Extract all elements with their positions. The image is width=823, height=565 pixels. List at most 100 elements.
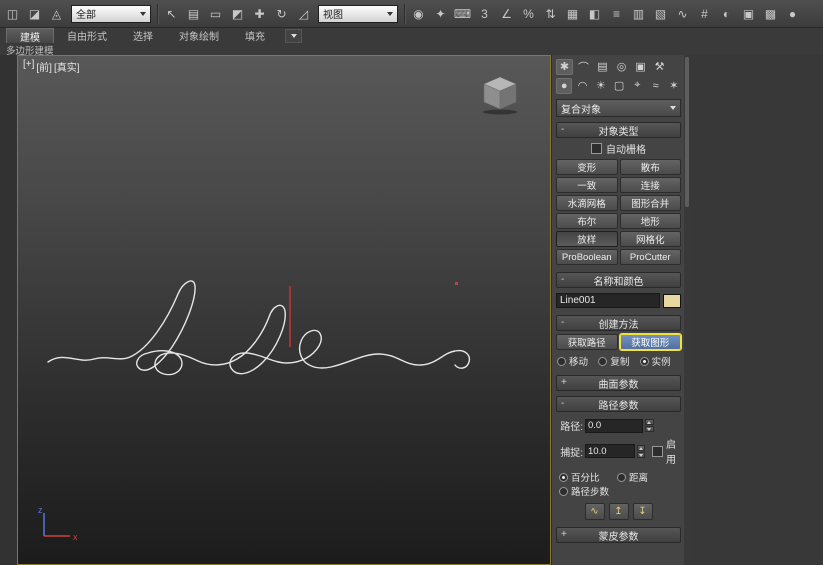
radio-option[interactable]: 复制 bbox=[598, 354, 639, 368]
previous-shape-button[interactable]: ↥ bbox=[608, 503, 629, 520]
mirror-icon[interactable]: ◧ bbox=[584, 3, 605, 25]
schematic-view-icon[interactable]: # bbox=[694, 3, 715, 25]
view-cube[interactable] bbox=[476, 72, 524, 116]
rollout-header[interactable]: + 曲面参数 bbox=[556, 375, 681, 391]
radio-option[interactable]: 实例 bbox=[639, 354, 681, 368]
viewport-menu-label[interactable]: [+] bbox=[23, 59, 34, 74]
select-and-move-icon[interactable]: ✚ bbox=[249, 3, 270, 25]
tab-create[interactable]: ✱ bbox=[556, 58, 573, 75]
rollout-header[interactable]: - 名称和颜色 bbox=[556, 272, 681, 288]
ribbon-toggle-icon[interactable]: ▧ bbox=[650, 3, 671, 25]
reference-coordinate-dropdown[interactable]: 视图 bbox=[318, 4, 398, 23]
subtab-space-warps[interactable]: ≈ bbox=[647, 78, 663, 94]
subtab-systems[interactable]: ✶ bbox=[666, 78, 682, 94]
subtab-geometry[interactable]: ● bbox=[556, 77, 573, 94]
get-path-button[interactable]: 获取路径 bbox=[556, 334, 618, 350]
percent-snap-toggle-icon[interactable]: % bbox=[518, 3, 539, 25]
angle-snap-toggle-icon[interactable]: ∠ bbox=[496, 3, 517, 25]
category-dropdown[interactable]: 复合对象 bbox=[556, 99, 681, 117]
ribbon-tab[interactable]: 自由形式 bbox=[54, 28, 120, 43]
spinner-down-icon[interactable] bbox=[637, 451, 646, 458]
next-shape-button[interactable]: ↧ bbox=[632, 503, 653, 520]
select-and-link-icon[interactable]: ◫ bbox=[2, 3, 23, 25]
rendered-frame-window-icon[interactable]: ▩ bbox=[760, 3, 781, 25]
tab-modify[interactable]: ⌒ bbox=[575, 59, 592, 75]
object-type-button[interactable]: 变形 bbox=[556, 159, 618, 175]
object-type-button[interactable]: 地形 bbox=[619, 213, 681, 229]
named-selection-sets-icon[interactable]: ▦ bbox=[562, 3, 583, 25]
render-setup-icon[interactable]: ▣ bbox=[738, 3, 759, 25]
select-and-rotate-icon[interactable]: ↻ bbox=[271, 3, 292, 25]
rollout-header[interactable]: - 对象类型 bbox=[556, 122, 681, 138]
object-type-button[interactable]: 布尔 bbox=[556, 213, 618, 229]
love-spline[interactable] bbox=[47, 280, 471, 376]
render-production-icon[interactable]: ● bbox=[782, 3, 803, 25]
object-type-button[interactable]: ProCutter bbox=[619, 249, 681, 265]
radio-option[interactable]: 路径步数 bbox=[559, 484, 617, 498]
unlink-selection-icon[interactable]: ◪ bbox=[24, 3, 45, 25]
tab-utilities[interactable]: ⚒ bbox=[651, 59, 668, 75]
snap-value-field[interactable]: 10.0 bbox=[585, 444, 636, 458]
select-by-name-icon[interactable]: ▤ bbox=[183, 3, 204, 25]
spinner-snap-toggle-icon[interactable]: ⇅ bbox=[540, 3, 561, 25]
rollout-header[interactable]: - 创建方法 bbox=[556, 315, 681, 331]
object-type-button[interactable]: 一致 bbox=[556, 177, 618, 193]
spinner-up-icon[interactable] bbox=[645, 419, 654, 425]
object-name-field[interactable]: Line001 bbox=[556, 293, 660, 308]
subtab-shapes[interactable]: ◠ bbox=[574, 78, 590, 94]
viewport-front[interactable]: [+] [前] [真实] x z bbox=[17, 55, 551, 565]
ribbon-minimize-icon[interactable] bbox=[285, 28, 302, 43]
viewport-menu-label[interactable]: [真实] bbox=[54, 59, 80, 74]
autogrid-checkbox[interactable] bbox=[591, 143, 602, 154]
align-icon[interactable]: ≡ bbox=[606, 3, 627, 25]
selection-filter-dropdown[interactable]: 全部 bbox=[71, 4, 151, 23]
enable-checkbox[interactable] bbox=[652, 445, 664, 457]
radio-option[interactable]: 距离 bbox=[617, 470, 675, 484]
object-type-button[interactable]: 图形合并 bbox=[619, 195, 681, 211]
object-type-button[interactable]: 散布 bbox=[619, 159, 681, 175]
viewport-menu-label[interactable]: [前] bbox=[36, 59, 52, 74]
enable-option[interactable]: 启用 bbox=[652, 436, 681, 466]
ribbon-tab[interactable]: 填充 bbox=[232, 28, 278, 43]
select-and-scale-icon[interactable]: ◿ bbox=[293, 3, 314, 25]
ribbon-tab[interactable]: 建模 bbox=[6, 28, 54, 44]
get-shape-button[interactable]: 获取图形 bbox=[619, 334, 681, 350]
rollout-header[interactable]: - 路径参数 bbox=[556, 396, 681, 412]
snaps-toggle-icon[interactable]: 3 bbox=[474, 3, 495, 25]
tab-display[interactable]: ▣ bbox=[632, 59, 649, 75]
subtab-helpers[interactable]: ⌖ bbox=[629, 78, 645, 94]
use-pivot-point-center-icon[interactable]: ◉ bbox=[408, 3, 429, 25]
object-type-button[interactable]: 连接 bbox=[619, 177, 681, 193]
object-color-swatch[interactable] bbox=[663, 293, 681, 308]
select-object-icon[interactable]: ↖ bbox=[161, 3, 182, 25]
radio-option[interactable]: 百分比 bbox=[559, 470, 617, 484]
keyboard-shortcut-override-icon[interactable]: ⌨ bbox=[452, 3, 473, 25]
subtab-lights[interactable]: ☀ bbox=[593, 78, 609, 94]
material-editor-icon[interactable]: ◐ bbox=[716, 3, 737, 25]
spinner-down-icon[interactable] bbox=[645, 426, 654, 432]
pick-shape-button[interactable]: ∿ bbox=[584, 503, 605, 520]
object-type-button[interactable]: ProBoolean bbox=[556, 249, 618, 265]
viewport-canvas[interactable] bbox=[18, 56, 550, 564]
tab-hierarchy[interactable]: ▤ bbox=[594, 59, 611, 75]
subtab-cameras[interactable]: ▢ bbox=[611, 78, 627, 94]
spinner-up-icon[interactable] bbox=[637, 444, 646, 451]
object-type-button[interactable]: 放样 bbox=[556, 231, 618, 247]
ribbon-tab[interactable]: 选择 bbox=[120, 28, 166, 43]
window-crossing-icon[interactable]: ◩ bbox=[227, 3, 248, 25]
object-type-button[interactable]: 网格化 bbox=[619, 231, 681, 247]
bind-to-space-warp-icon[interactable]: ◬ bbox=[46, 3, 67, 25]
rectangular-selection-region-icon[interactable]: ▭ bbox=[205, 3, 226, 25]
tab-motion[interactable]: ◎ bbox=[613, 59, 630, 75]
path-value-field[interactable]: 0.0 bbox=[585, 418, 643, 433]
rollout-header[interactable]: + 蒙皮参数 bbox=[556, 527, 681, 543]
snap-spinner[interactable] bbox=[637, 444, 646, 458]
object-type-button[interactable]: 水滴网格 bbox=[556, 195, 618, 211]
radio-option[interactable]: 移动 bbox=[557, 354, 598, 368]
select-and-manipulate-icon[interactable]: ✦ bbox=[430, 3, 451, 25]
layer-manager-icon[interactable]: ▥ bbox=[628, 3, 649, 25]
path-spinner[interactable] bbox=[645, 419, 654, 432]
panel-scrollbar-thumb[interactable] bbox=[685, 57, 689, 207]
ribbon-tab[interactable]: 对象绘制 bbox=[166, 28, 232, 43]
curve-editor-icon[interactable]: ∿ bbox=[672, 3, 693, 25]
